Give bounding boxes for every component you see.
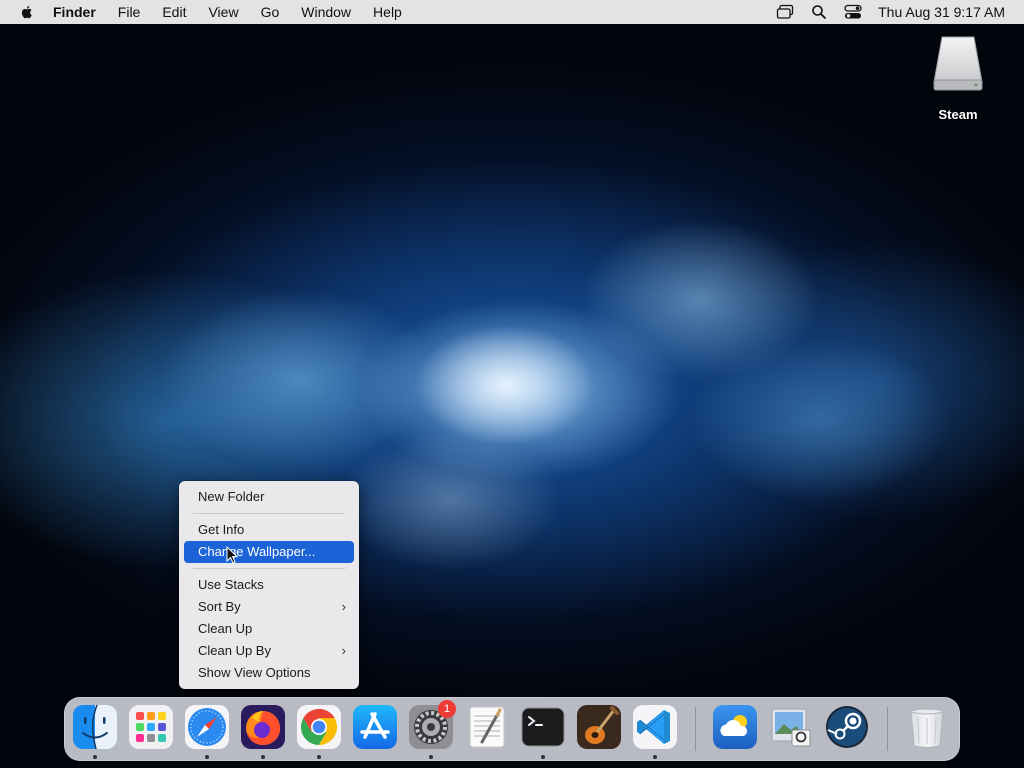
menu-file[interactable]: File <box>107 0 152 24</box>
vscode-icon <box>633 705 677 749</box>
running-indicator <box>317 755 321 759</box>
menu-separator <box>193 513 345 514</box>
dock-app-firefox[interactable] <box>240 704 286 750</box>
dock-app-chrome[interactable] <box>296 704 342 750</box>
dock-app-vscode[interactable] <box>632 704 678 750</box>
dock-app-textedit[interactable] <box>464 704 510 750</box>
menu-item-label: Sort By <box>198 599 241 614</box>
running-indicator <box>205 755 209 759</box>
notification-badge: 1 <box>438 700 456 718</box>
dock-app-app-store[interactable] <box>352 704 398 750</box>
menu-item-clean-up-by[interactable]: Clean Up By › <box>184 640 354 662</box>
drive-icon <box>933 36 983 91</box>
running-indicator <box>653 755 657 759</box>
weather-icon <box>713 705 757 749</box>
dock-app-system-settings[interactable]: 1 <box>408 700 456 750</box>
desktop-icon-label: Steam <box>938 107 978 122</box>
menu-item-show-view-options[interactable]: Show View Options <box>184 662 354 684</box>
mouse-pointer-icon <box>226 546 238 564</box>
terminal-icon <box>521 707 565 747</box>
dock-trash[interactable] <box>904 704 950 750</box>
menu-item-new-folder[interactable]: New Folder <box>184 486 354 508</box>
menu-item-change-wallpaper[interactable]: Change Wallpaper... <box>184 541 354 563</box>
running-indicator <box>93 755 97 759</box>
firefox-icon <box>241 705 285 749</box>
dock-app-terminal[interactable] <box>520 704 566 750</box>
spotlight-search-icon[interactable] <box>810 3 828 21</box>
dock-app-steam[interactable] <box>824 704 870 750</box>
desktop-context-menu: New Folder Get Info Change Wallpaper... … <box>179 481 359 689</box>
running-indicator <box>261 755 265 759</box>
dock-app-safari[interactable] <box>184 704 230 750</box>
menu-item-get-info[interactable]: Get Info <box>184 519 354 541</box>
menu-separator <box>193 568 345 569</box>
dock: 1 <box>64 697 960 761</box>
screen-mirroring-icon[interactable] <box>776 3 794 21</box>
menu-app-name[interactable]: Finder <box>45 0 107 24</box>
dock-app-garageband[interactable] <box>576 704 622 750</box>
trash-icon <box>910 708 944 748</box>
menu-bar-clock[interactable]: Thu Aug 31 9:17 AM <box>870 4 1024 20</box>
menu-window[interactable]: Window <box>290 0 362 24</box>
running-indicator <box>541 755 545 759</box>
dock-separator <box>887 707 888 751</box>
dock-app-finder[interactable] <box>72 704 118 750</box>
desktop-wallpaper[interactable] <box>0 0 1024 768</box>
chrome-icon <box>297 705 341 749</box>
menu-help[interactable]: Help <box>362 0 413 24</box>
launchpad-icon <box>129 705 173 749</box>
menu-item-label: Clean Up By <box>198 643 271 658</box>
chevron-right-icon: › <box>341 599 346 614</box>
dock-app-weather[interactable] <box>712 704 758 750</box>
menu-item-clean-up[interactable]: Clean Up <box>184 618 354 640</box>
chevron-right-icon: › <box>341 643 346 658</box>
apple-menu-icon[interactable] <box>19 4 35 20</box>
garageband-icon <box>577 705 621 749</box>
menu-item-sort-by[interactable]: Sort By › <box>184 596 354 618</box>
finder-icon <box>73 704 117 750</box>
menu-go[interactable]: Go <box>250 0 291 24</box>
dock-separator <box>695 707 696 751</box>
running-indicator <box>429 755 433 759</box>
menu-view[interactable]: View <box>197 0 249 24</box>
safari-icon <box>185 705 229 749</box>
control-center-icon[interactable] <box>844 3 862 21</box>
dock-app-launchpad[interactable] <box>128 704 174 750</box>
desktop-icon-steam[interactable]: Steam <box>918 34 998 122</box>
textedit-icon <box>469 706 505 748</box>
menu-item-use-stacks[interactable]: Use Stacks <box>184 574 354 596</box>
preview-icon <box>771 708 811 747</box>
menu-bar: Finder File Edit View Go Window Help Thu… <box>0 0 1024 24</box>
dock-app-preview[interactable] <box>768 704 814 750</box>
menu-edit[interactable]: Edit <box>151 0 197 24</box>
steam-icon <box>826 706 868 748</box>
app-store-icon <box>353 705 397 749</box>
